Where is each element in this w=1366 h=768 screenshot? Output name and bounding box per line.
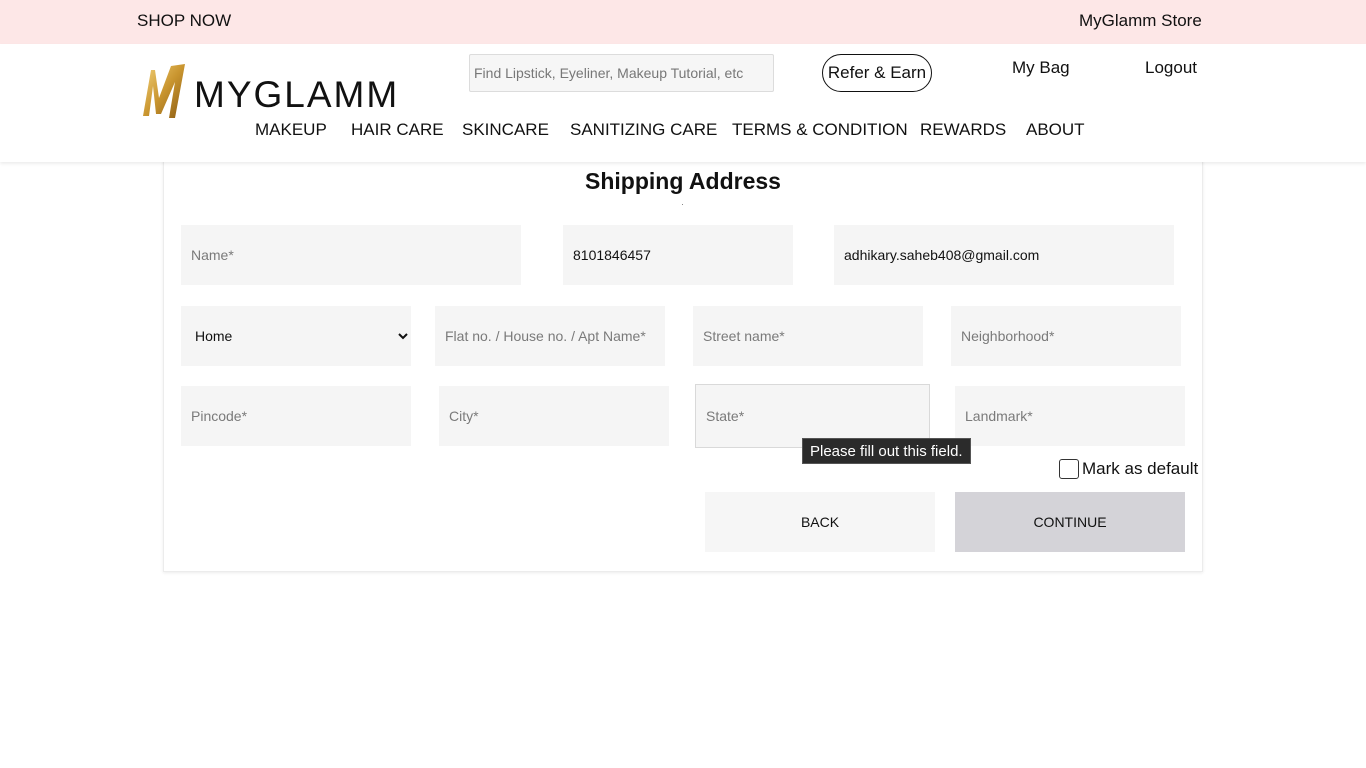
- nav-item-terms-condition[interactable]: TERMS & CONDITION: [732, 120, 908, 140]
- shipping-address-title: Shipping Address: [585, 168, 781, 194]
- nav-item-skincare[interactable]: SKINCARE: [462, 120, 549, 140]
- myglamm-store-link[interactable]: MyGlamm Store: [1079, 11, 1202, 31]
- logout-link[interactable]: Logout: [1145, 58, 1197, 78]
- back-button[interactable]: BACK: [705, 492, 935, 552]
- my-bag-link[interactable]: My Bag: [1012, 58, 1070, 78]
- email-field[interactable]: [834, 225, 1174, 285]
- nav-item-about[interactable]: ABOUT: [1026, 120, 1085, 140]
- mark-default-label[interactable]: Mark as default: [1082, 459, 1198, 479]
- refer-and-earn-button[interactable]: Refer & Earn: [822, 54, 932, 92]
- validation-tooltip: Please fill out this field.: [802, 438, 971, 464]
- title-divider: [682, 204, 683, 205]
- nav-item-makeup[interactable]: MAKEUP: [255, 120, 327, 140]
- nav-item-rewards[interactable]: REWARDS: [920, 120, 1006, 140]
- myglamm-wordmark: MYGLAMM: [194, 74, 400, 115]
- flat-house-field[interactable]: [435, 306, 665, 366]
- landmark-field[interactable]: [955, 386, 1185, 446]
- nav-item-hair-care[interactable]: HAIR CARE: [351, 120, 444, 140]
- continue-button[interactable]: CONTINUE: [955, 492, 1185, 552]
- search-input[interactable]: [469, 54, 774, 92]
- name-field[interactable]: [181, 225, 521, 285]
- main-nav: MAKEUP HAIR CARE SKINCARE SANITIZING CAR…: [0, 120, 1366, 144]
- pincode-field[interactable]: [181, 386, 411, 446]
- street-name-field[interactable]: [693, 306, 923, 366]
- neighborhood-field[interactable]: [951, 306, 1181, 366]
- mark-default-checkbox[interactable]: [1059, 459, 1079, 479]
- address-type-select[interactable]: Home: [181, 306, 411, 366]
- phone-field[interactable]: [563, 225, 793, 285]
- city-field[interactable]: [439, 386, 669, 446]
- myglamm-logo[interactable]: MYGLAMM: [137, 60, 397, 120]
- myglamm-gold-m-logo-icon: [143, 64, 185, 118]
- nav-item-sanitizing-care[interactable]: SANITIZING CARE: [570, 120, 717, 140]
- top-promo-bar: SHOP NOW MyGlamm Store: [0, 0, 1366, 44]
- site-header: MYGLAMM Refer & Earn My Bag Logout MAKEU…: [0, 44, 1366, 162]
- shop-now-link[interactable]: SHOP NOW: [137, 11, 231, 31]
